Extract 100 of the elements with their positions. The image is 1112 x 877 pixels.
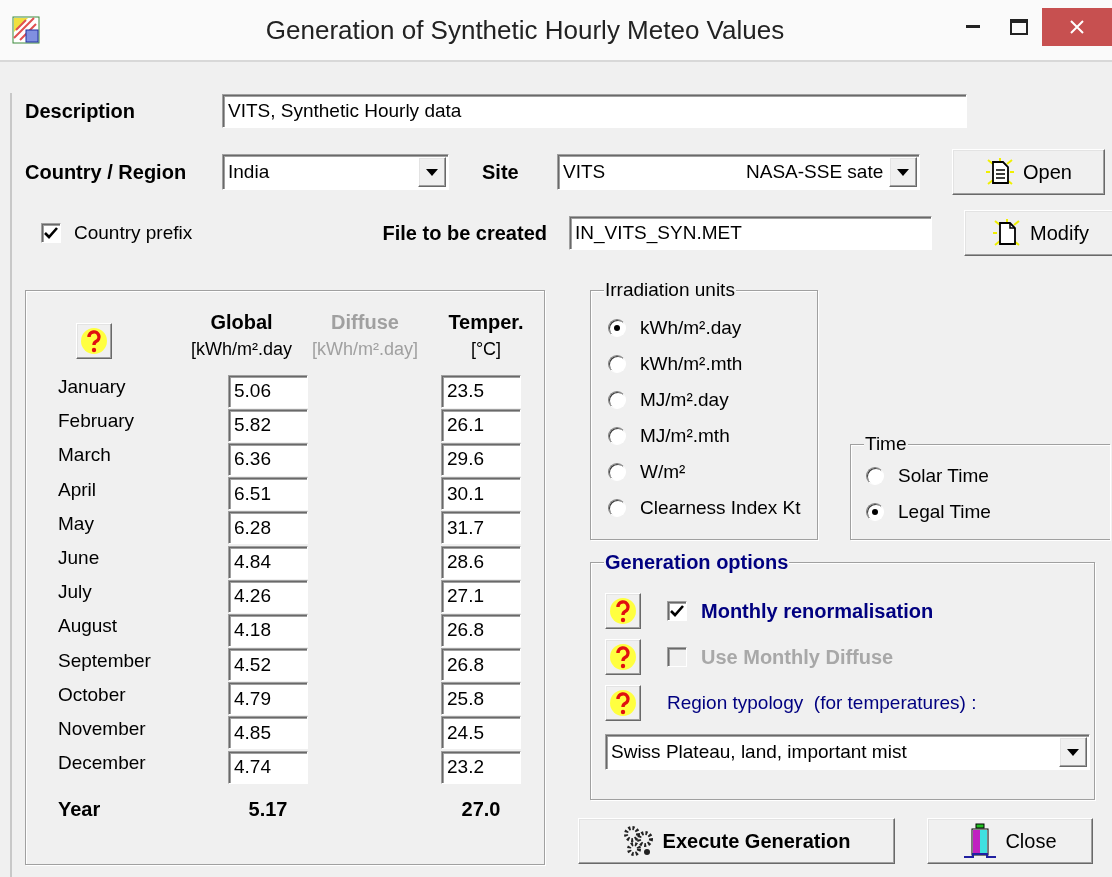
group-title: Time: [865, 433, 907, 454]
temperature-field[interactable]: 26.8: [441, 613, 521, 647]
dropdown-button[interactable]: [1059, 737, 1087, 767]
radio-label[interactable]: Solar Time: [898, 465, 989, 487]
checkbox[interactable]: [41, 223, 61, 243]
open-button[interactable]: Open: [952, 149, 1105, 195]
caret-icon: [1067, 748, 1079, 756]
radio-label[interactable]: Clearness Index Kt: [640, 497, 801, 519]
temperature-field[interactable]: 31.7: [441, 511, 521, 545]
radio-button[interactable]: [608, 391, 626, 409]
column-unit: [kWh/m².day]: [312, 339, 418, 360]
radio-button[interactable]: [608, 499, 626, 517]
month-label: September: [57, 649, 152, 672]
site-label: Site: [482, 160, 520, 184]
checkbox-label[interactable]: Country prefix: [74, 222, 193, 244]
column-title: Global: [210, 311, 273, 334]
radio-label[interactable]: MJ/m².day: [640, 389, 729, 411]
close-icon: [1070, 20, 1084, 34]
global-field[interactable]: 6.51: [228, 477, 308, 511]
temperature-field[interactable]: 30.1: [441, 477, 521, 511]
help-icon: [609, 689, 637, 717]
caret-icon: [897, 168, 909, 176]
site-dropdown[interactable]: VITS NASA-SSE sate: [557, 154, 920, 190]
temperature-field[interactable]: 26.8: [441, 648, 521, 682]
window-title: Generation of Synthetic Hourly Meteo Values: [264, 14, 786, 46]
global-field[interactable]: 4.26: [228, 579, 308, 613]
month-label: October: [57, 683, 127, 706]
global-field[interactable]: 6.28: [228, 511, 308, 545]
radio-label[interactable]: Legal Time: [898, 501, 991, 523]
temperature-field[interactable]: 25.8: [441, 682, 521, 716]
country-dropdown[interactable]: India: [222, 154, 449, 190]
country-label: Country / Region: [25, 160, 188, 184]
site-source: NASA-SSE sate: [746, 161, 884, 183]
month-label: June: [57, 547, 101, 570]
dropdown-button[interactable]: [418, 157, 446, 187]
month-label: January: [57, 376, 127, 399]
temperature-field[interactable]: 27.1: [441, 579, 521, 613]
year-label: Year: [57, 798, 102, 822]
radio-label[interactable]: kWh/m².mth: [640, 353, 743, 375]
radio-label[interactable]: W/m²: [640, 461, 686, 483]
temperature-field[interactable]: 28.6: [441, 545, 521, 579]
description-field[interactable]: VITS, Synthetic Hourly data: [222, 94, 967, 128]
help-button[interactable]: [605, 639, 641, 675]
file-label: File to be created: [382, 221, 547, 245]
month-label: February: [57, 410, 136, 433]
column-unit: [°C]: [470, 339, 502, 360]
close-button[interactable]: Close: [927, 818, 1093, 864]
global-field[interactable]: 6.36: [228, 442, 308, 476]
column-unit: [kWh/m².day: [191, 339, 292, 360]
radio-button[interactable]: [608, 319, 626, 337]
global-field[interactable]: 4.52: [228, 648, 308, 682]
temperature-field[interactable]: 26.1: [441, 408, 521, 442]
month-label: April: [57, 478, 97, 501]
month-label: March: [57, 444, 112, 467]
maximize-icon: [1010, 19, 1028, 35]
caret-icon: [426, 168, 438, 176]
region-typology-label: Region typology (for temperatures) :: [667, 692, 977, 714]
help-button[interactable]: [76, 323, 112, 359]
radio-button[interactable]: [866, 467, 884, 485]
close-button[interactable]: [1042, 8, 1112, 46]
year-temperature: 27.0: [460, 798, 502, 822]
group-title: Generation options: [605, 551, 789, 573]
radio-label[interactable]: kWh/m².day: [640, 317, 742, 339]
month-label: May: [57, 512, 95, 535]
group-title: Irradiation units: [605, 279, 735, 300]
file-field[interactable]: IN_VITS_SYN.MET: [569, 216, 932, 250]
checkbox[interactable]: [667, 601, 687, 621]
month-label: December: [57, 752, 147, 775]
global-field[interactable]: 5.06: [228, 374, 308, 408]
help-icon: [609, 643, 637, 671]
month-label: August: [57, 615, 119, 638]
temperature-field[interactable]: 24.5: [441, 716, 521, 750]
global-field[interactable]: 4.79: [228, 682, 308, 716]
global-field[interactable]: 4.18: [228, 613, 308, 647]
temperature-field[interactable]: 23.5: [441, 374, 521, 408]
dropdown-button[interactable]: [889, 157, 917, 187]
temperature-field[interactable]: 23.2: [441, 750, 521, 784]
radio-button[interactable]: [608, 463, 626, 481]
year-global: 5.17: [247, 798, 289, 822]
month-label: November: [57, 717, 147, 740]
help-button[interactable]: [605, 685, 641, 721]
door-icon: [963, 823, 998, 859]
gear-icon: [622, 825, 655, 857]
global-field[interactable]: 4.84: [228, 545, 308, 579]
help-button[interactable]: [605, 593, 641, 629]
app-icon: [12, 16, 40, 44]
region-typology-dropdown[interactable]: Swiss Plateau, land, important mist: [605, 734, 1090, 770]
global-field[interactable]: 4.74: [228, 750, 308, 784]
month-label: July: [57, 581, 93, 604]
site-name: VITS: [563, 161, 607, 183]
modify-button[interactable]: Modify: [964, 210, 1112, 256]
temperature-field[interactable]: 29.6: [441, 442, 521, 476]
radio-label[interactable]: MJ/m².mth: [640, 425, 730, 447]
checkbox-label[interactable]: Monthly renormalisation: [701, 599, 934, 623]
global-field[interactable]: 5.82: [228, 408, 308, 442]
radio-button[interactable]: [608, 427, 626, 445]
global-field[interactable]: 4.85: [228, 716, 308, 750]
execute-button[interactable]: Execute Generation: [578, 818, 895, 864]
radio-button[interactable]: [608, 355, 626, 373]
radio-button[interactable]: [866, 503, 884, 521]
